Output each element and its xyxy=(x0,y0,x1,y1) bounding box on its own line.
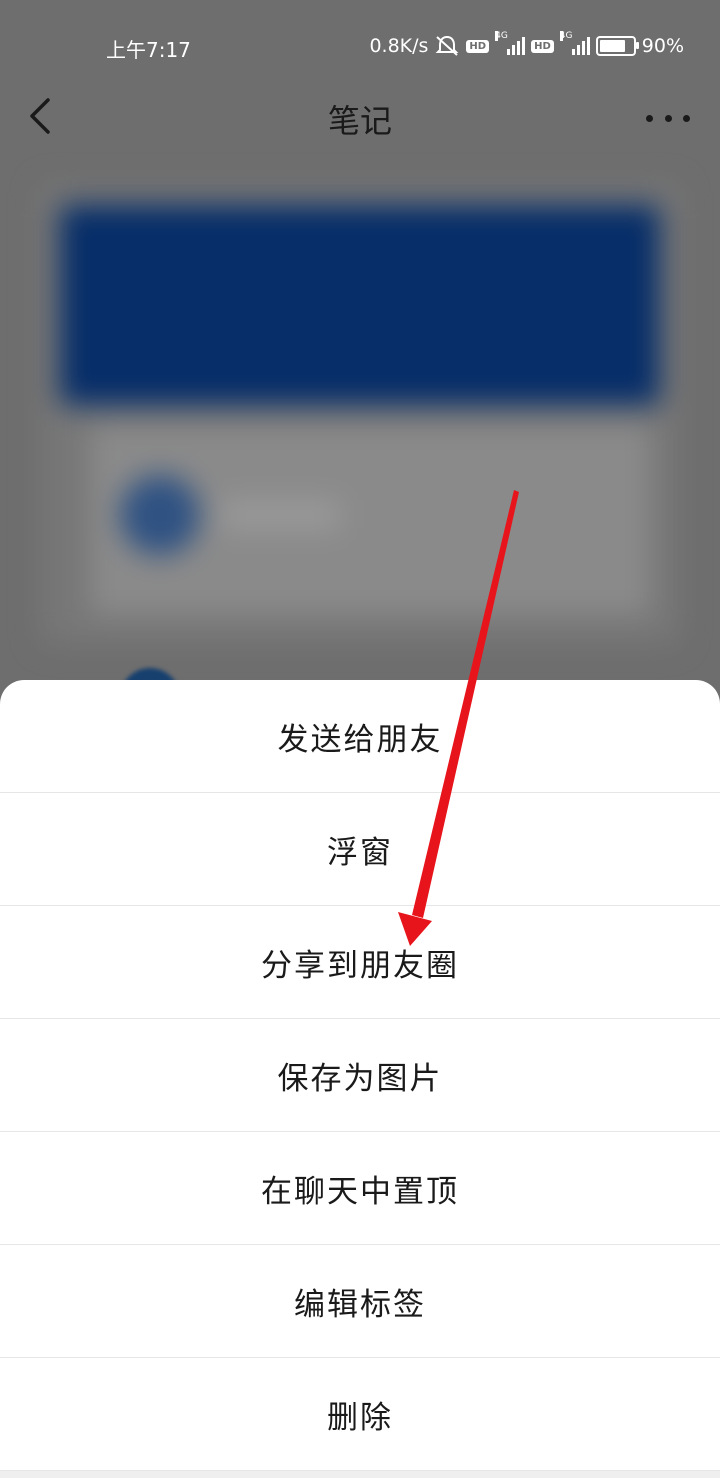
note-text-blurred xyxy=(220,500,340,530)
signal-4g-icon: 4G xyxy=(559,31,590,55)
status-icons: 0.8K/s HD 4G HD 4G 90% xyxy=(369,31,684,58)
net-speed: 0.8K/s xyxy=(369,35,429,57)
sheet-footer xyxy=(0,1471,720,1478)
mute-alarm-icon xyxy=(436,35,459,56)
menu-item-pin-in-chat[interactable]: 在聊天中置顶 xyxy=(0,1132,720,1245)
hd-icon: HD xyxy=(466,39,490,53)
note-content-blurred xyxy=(20,165,700,665)
menu-item-edit-tags[interactable]: 编辑标签 xyxy=(0,1245,720,1358)
menu-item-delete[interactable]: 删除 xyxy=(0,1358,720,1471)
battery-percent: 90% xyxy=(641,35,684,57)
signal-4g-icon: 4G xyxy=(495,31,526,55)
more-dots-icon[interactable] xyxy=(646,102,690,134)
menu-item-floating-window[interactable]: 浮窗 xyxy=(0,793,720,906)
page-title: 笔记 xyxy=(327,102,392,140)
battery-icon xyxy=(595,36,639,56)
avatar xyxy=(120,475,200,555)
menu-item-share-moments[interactable]: 分享到朋友圈 xyxy=(0,906,720,1019)
menu-item-send-to-friend[interactable]: 发送给朋友 xyxy=(0,680,720,793)
nav-bar: 笔记 xyxy=(0,82,720,154)
status-time: 上午7:17 xyxy=(106,38,191,62)
action-sheet: 发送给朋友 浮窗 分享到朋友圈 保存为图片 在聊天中置顶 编辑标签 删除 xyxy=(0,680,720,1478)
note-banner-image xyxy=(60,205,660,405)
menu-item-save-as-image[interactable]: 保存为图片 xyxy=(0,1019,720,1132)
hd-icon: HD xyxy=(531,39,554,53)
